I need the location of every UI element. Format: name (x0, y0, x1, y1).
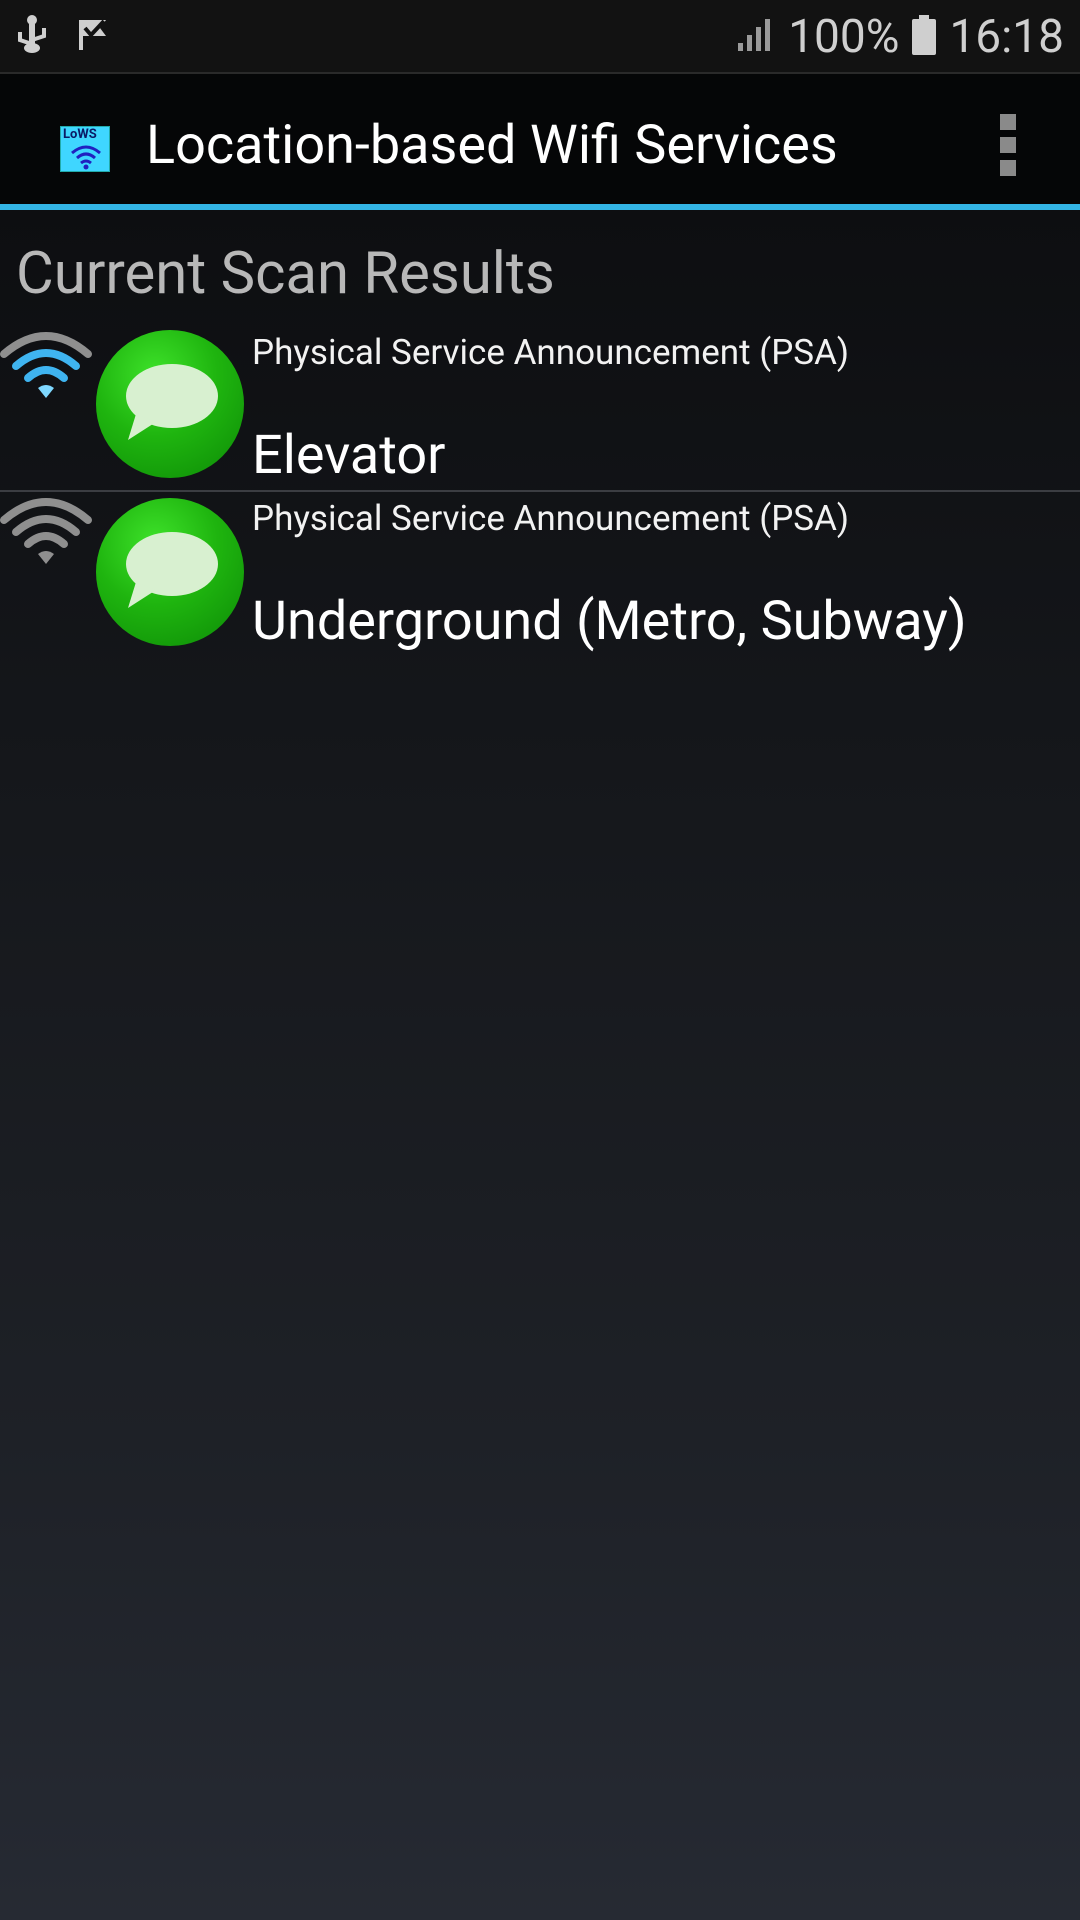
clock: 16:18 (949, 10, 1064, 64)
app-bar: LoWS Location-based Wifi Services (0, 74, 1080, 210)
wifi-signal-icon (0, 492, 92, 572)
app-title: Location-based Wifi Services (146, 114, 838, 177)
list-item[interactable]: Physical Service Announcement (PSA) Unde… (0, 492, 1080, 656)
app-logo-text: LoWS (63, 127, 97, 142)
status-bar: 100% 16:18 (0, 0, 1080, 74)
signal-icon (736, 17, 776, 57)
status-bar-notifications (16, 14, 110, 58)
battery-icon (911, 14, 937, 60)
wifi-signal-icon (0, 326, 92, 406)
list-item[interactable]: Physical Service Announcement (PSA) Elev… (0, 326, 1080, 492)
usb-icon (16, 14, 50, 58)
message-bubble-icon (96, 498, 244, 646)
check-flag-icon (76, 16, 110, 56)
list-item-subtitle: Physical Service Announcement (PSA) (252, 498, 850, 539)
battery-percent: 100% (788, 10, 900, 64)
list-item-title: Underground (Metro, Subway) (252, 590, 967, 653)
list-item-subtitle: Physical Service Announcement (PSA) (252, 332, 850, 373)
app-logo: LoWS (60, 126, 110, 172)
list-item-title: Elevator (252, 424, 446, 487)
section-title: Current Scan Results (16, 240, 555, 308)
status-bar-system: 100% 16:18 (736, 6, 1064, 68)
overflow-menu-icon[interactable] (1000, 114, 1018, 176)
message-bubble-icon (96, 330, 244, 478)
